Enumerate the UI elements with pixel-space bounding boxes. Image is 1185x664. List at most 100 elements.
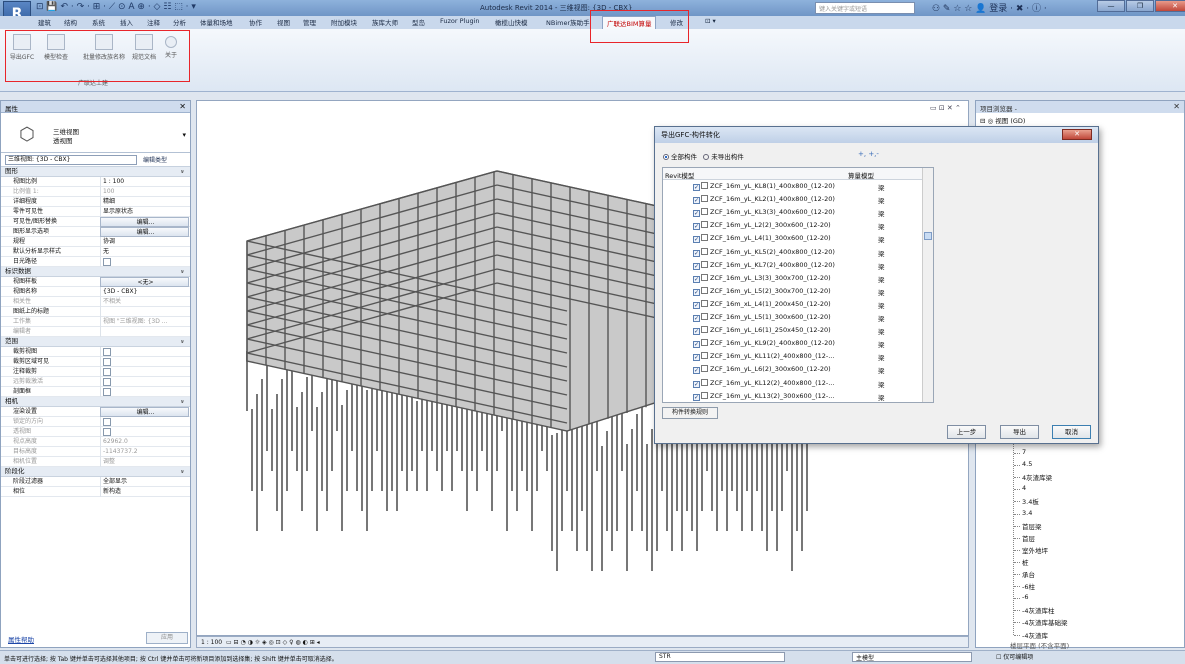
login-link[interactable]: 登录 xyxy=(989,4,1007,14)
list-item[interactable]: ✓ ZCF_16m_yL_KL9(2)_400x800_(12-20) 梁 xyxy=(693,339,885,352)
minimize-icon[interactable]: — xyxy=(1097,0,1125,12)
list-item[interactable]: ✓ ZCF_16m_yL_KL11(2)_400x800_(12-... 梁 xyxy=(693,352,885,365)
component-list[interactable]: Revit模型 算量模型 ✓ ZCF_16m_yL_KL8(1)_400x800_(… xyxy=(662,167,934,403)
close-icon[interactable]: ✕ xyxy=(1173,102,1180,111)
export-button[interactable]: 导出 xyxy=(1000,425,1039,439)
property-checkbox[interactable] xyxy=(100,367,189,377)
list-item[interactable]: ✓ ZCF_16m_yL_L2(2)_300x600_(12-20) 梁 xyxy=(693,221,885,234)
property-value[interactable] xyxy=(100,327,189,337)
tab-manage[interactable]: 管理 xyxy=(303,17,316,27)
editable-only-toggle[interactable]: ☐ 仅可编辑项 xyxy=(996,652,1033,661)
property-value[interactable]: {3D - CBX} xyxy=(100,287,189,297)
tab-xingdao[interactable]: 型岛 xyxy=(412,17,425,27)
tab-addins[interactable]: 附加模块 xyxy=(331,17,357,27)
close-icon[interactable]: ✕ xyxy=(179,102,186,111)
browser-level-item[interactable]: 4.5 xyxy=(1013,460,1032,468)
property-value[interactable]: 1 : 100 xyxy=(100,177,189,187)
property-value[interactable]: 精细 xyxy=(100,197,189,207)
browser-level-item[interactable]: -4灰渣库柱 xyxy=(1013,605,1054,615)
tab-massing-site[interactable]: 体量和场地 xyxy=(200,17,233,27)
design-option-select[interactable]: 主模型 xyxy=(852,652,972,662)
browser-level-item[interactable]: -4灰渣库 xyxy=(1014,630,1048,640)
property-section[interactable]: 标识数据 xyxy=(1,267,190,277)
item-checkbox[interactable]: ✓ xyxy=(693,354,700,362)
property-edit-button[interactable]: 编辑... xyxy=(100,217,189,227)
item-checkbox[interactable]: ✓ xyxy=(693,315,700,322)
property-edit-button[interactable]: 编辑... xyxy=(100,227,189,237)
tab-collaborate[interactable]: 协作 xyxy=(249,17,262,27)
close-icon[interactable]: ✕ xyxy=(1062,129,1092,140)
tab-fuzor-plugin[interactable]: Fuzor Plugin xyxy=(440,17,480,25)
tab-systems[interactable]: 系统 xyxy=(92,17,105,27)
browser-level-item[interactable]: 承台 xyxy=(1014,569,1035,579)
property-value[interactable] xyxy=(100,307,189,317)
property-edit-button[interactable]: <无> xyxy=(100,277,189,287)
radio-all[interactable] xyxy=(663,154,669,160)
property-checkbox[interactable] xyxy=(100,387,189,397)
properties-help-link[interactable]: 属性帮助 xyxy=(8,634,34,644)
list-item[interactable]: ✓ ZCF_16m_yL_L4(1)_300x600_(12-20) 梁 xyxy=(693,234,885,247)
item-checkbox[interactable]: ✓ xyxy=(693,262,700,270)
list-item[interactable]: ✓ ZCF_16m_yL_KL3(3)_400x600_(12-20) 梁 xyxy=(693,208,885,221)
browser-level-item[interactable]: -4灰渣库基础梁 xyxy=(1013,617,1067,627)
property-checkbox[interactable] xyxy=(100,427,189,437)
tab-architecture[interactable]: 建筑 xyxy=(38,17,51,27)
tab-annotate[interactable]: 注释 xyxy=(147,17,160,27)
item-checkbox[interactable]: ✓ xyxy=(693,288,700,296)
help-toolbar[interactable]: ⚇ ✎ ☆ ☆ 👤 登录 · ✖ · ⓘ · xyxy=(932,1,1047,14)
view-instance-select[interactable]: 三维视图: {3D - CBX} xyxy=(5,155,137,165)
tab-insert[interactable]: 插入 xyxy=(120,17,133,27)
list-item[interactable]: ✓ ZCF_16m_yL_L3(3)_300x700_(12-20) 梁 xyxy=(693,273,885,287)
workset-select[interactable]: STR xyxy=(655,652,785,662)
browser-level-item[interactable]: 室外地坪 xyxy=(1014,545,1048,555)
browser-level-item[interactable]: 4 xyxy=(1013,484,1026,492)
list-item[interactable]: ✓ ZCF_16m_yL_L6(2)_300x600_(12-20) 梁 xyxy=(693,365,885,378)
property-value[interactable]: 无 xyxy=(100,247,189,257)
property-value[interactable]: 全部显示 xyxy=(100,477,189,487)
property-checkbox[interactable] xyxy=(100,357,189,367)
cancel-button[interactable]: 取消 xyxy=(1052,425,1091,439)
item-checkbox[interactable]: ✓ xyxy=(693,393,700,401)
browser-level-item[interactable]: 4灰渣库梁 xyxy=(1013,472,1052,482)
property-section[interactable]: 阶段化 xyxy=(1,467,190,477)
edit-type-button[interactable]: 编辑类型 xyxy=(143,155,167,164)
list-item[interactable]: ✓ ZCF_16m_yL_KL13(2)_300x600_(12-... 梁 xyxy=(693,391,885,405)
type-selector[interactable]: ⬡ 三维视图 透视图 ▾ xyxy=(1,113,190,153)
item-checkbox[interactable]: ✓ xyxy=(693,301,700,309)
view-scale[interactable]: 1 : 100 xyxy=(201,639,222,646)
item-checkbox[interactable]: ✓ xyxy=(693,210,700,218)
radio-unexported[interactable] xyxy=(703,154,710,160)
item-checkbox[interactable]: ✓ xyxy=(693,380,700,388)
item-checkbox[interactable]: ✓ xyxy=(693,197,700,205)
item-checkbox[interactable]: ✓ xyxy=(693,223,700,231)
list-item[interactable]: ✓ ZCF_16m_yL_KL7(2)_400x800_(12-20) 梁 xyxy=(693,260,885,274)
browser-level-item[interactable]: -6柱 xyxy=(1014,581,1035,591)
browser-level-item[interactable]: 7 xyxy=(1013,448,1026,456)
browser-root-views[interactable]: ⊟ ◎ 视图 (GD) xyxy=(980,115,1025,125)
property-value[interactable]: -1143737.2 xyxy=(100,447,189,457)
conversion-rules-button[interactable]: 构件转换规则 xyxy=(662,407,718,419)
browser-level-item[interactable]: 首层梁 xyxy=(1014,521,1042,531)
viewport-window-controls[interactable]: ▭ ⊡ ✕ ⌃ xyxy=(930,104,961,112)
item-checkbox[interactable]: ✓ xyxy=(693,367,700,375)
apply-button[interactable]: 应用 xyxy=(146,632,188,644)
item-checkbox[interactable]: ✓ xyxy=(693,249,700,257)
previous-button[interactable]: 上一步 xyxy=(947,425,986,439)
property-value[interactable]: 协调 xyxy=(100,237,189,247)
browser-level-item[interactable]: -6 xyxy=(1013,593,1028,601)
view-bar-icons[interactable]: ▭ ⊟ ◔ ◑ ☼ ◈ ◎ ⊡ ◇ ♀ ◍ ◐ ⊞ ◂ xyxy=(226,639,320,646)
property-value[interactable]: 调整 xyxy=(100,457,189,467)
search-input[interactable]: 键入关键字或短语 xyxy=(815,2,915,14)
property-value[interactable]: 100 xyxy=(100,187,189,197)
property-value[interactable]: 62962.0 xyxy=(100,437,189,447)
browser-level-item[interactable]: 桩 xyxy=(1014,557,1029,567)
browser-level-item[interactable]: 3.4 xyxy=(1013,509,1032,517)
expand-collapse-buttons[interactable]: +, +,- xyxy=(858,150,879,158)
browser-level-item[interactable]: 3.4板 xyxy=(1014,496,1039,506)
tab-analyze[interactable]: 分析 xyxy=(173,17,186,27)
list-item[interactable]: ✓ ZCF_16m_yL_L6(1)_250x450_(12-20) 梁 xyxy=(693,326,885,339)
property-checkbox[interactable] xyxy=(100,257,189,267)
tab-nbimer[interactable]: NBimer族助手 xyxy=(546,17,590,27)
list-item[interactable]: ✓ ZCF_16m_yL_KL2(1)_400x800_(12-20) 梁 xyxy=(693,195,885,208)
property-value[interactable]: 不相关 xyxy=(100,297,189,307)
